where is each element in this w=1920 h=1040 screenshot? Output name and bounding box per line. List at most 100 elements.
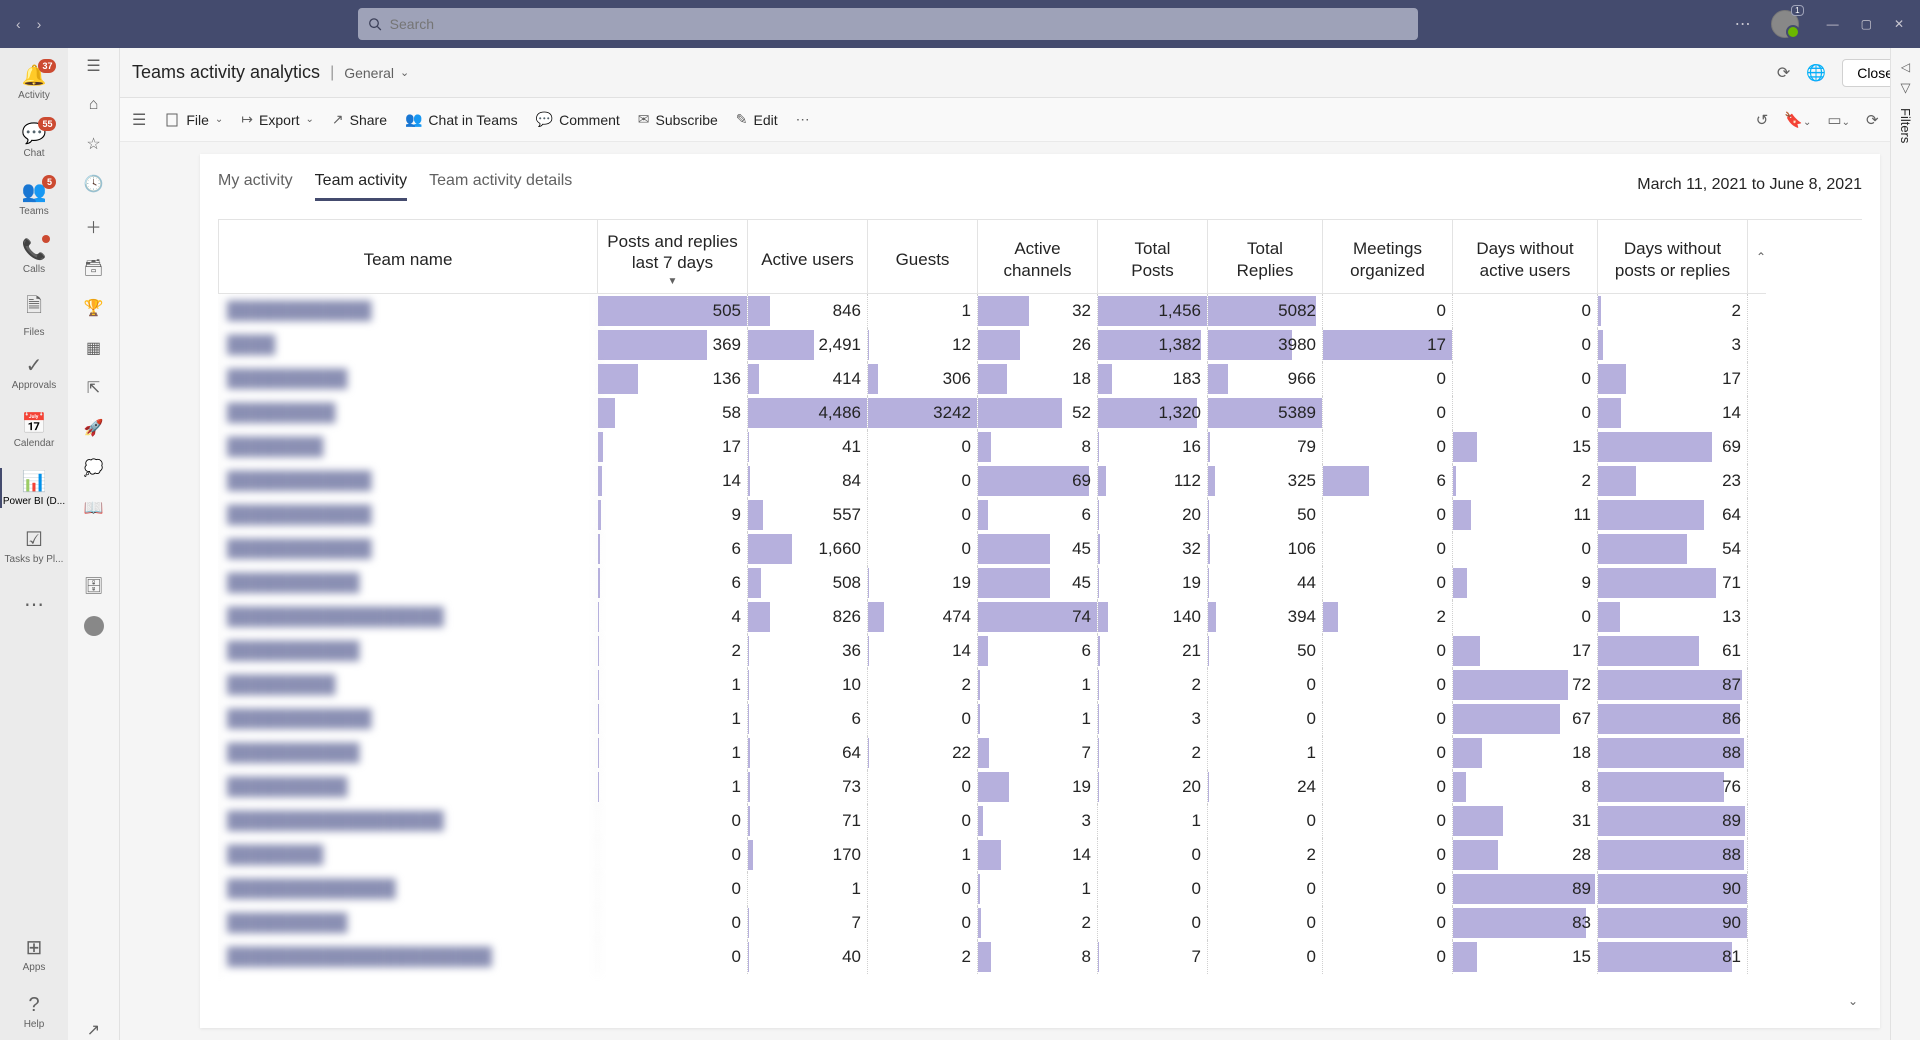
rail-calls[interactable]: 📞Calls [0, 228, 68, 284]
export-menu[interactable]: ↦Export⌄ [241, 111, 314, 128]
share-icon[interactable]: ⇱ [87, 378, 100, 398]
column-header[interactable]: Active users [748, 220, 868, 294]
more-icon[interactable]: ⋯ [1735, 14, 1751, 34]
table-row[interactable]: ██████████████01010008990 [218, 872, 1862, 906]
globe-icon[interactable]: 🌐 [1806, 63, 1826, 83]
clock-icon[interactable]: 🕓 [84, 174, 104, 194]
table-body[interactable]: ████████████5058461321,4565082002████369… [218, 294, 1862, 1018]
table-row[interactable]: █████████584,4863242521,32053890014 [218, 396, 1862, 430]
table-row[interactable]: ██████████████████071031003189 [218, 804, 1862, 838]
column-header[interactable]: Meetingsorganized [1323, 220, 1453, 294]
table-row[interactable]: ███████████6508194519440971 [218, 566, 1862, 600]
report-canvas: My activity Team activity Team activity … [200, 154, 1880, 1028]
table-row[interactable]: ███████████236146215001761 [218, 634, 1862, 668]
filters-pane-collapsed[interactable]: ◁ ▽ Filters [1890, 48, 1920, 1040]
table-cell: 0 [868, 804, 978, 838]
rail-tasks[interactable]: ☑Tasks by Pl... [0, 518, 68, 574]
table-row[interactable]: ████████01701140202888 [218, 838, 1862, 872]
chat-bubble-icon[interactable]: 💭 [84, 458, 104, 478]
rail-calendar[interactable]: 📅Calendar [0, 402, 68, 458]
refresh-icon[interactable]: ⟳ [1777, 63, 1790, 83]
table-cell: ███████████ [218, 736, 598, 770]
table-row[interactable]: ███████████1642272101888 [218, 736, 1862, 770]
table-row[interactable]: ████████████16013006786 [218, 702, 1862, 736]
scroll-up-icon[interactable]: ⌃ [1748, 220, 1766, 294]
tab-my-activity[interactable]: My activity [218, 168, 293, 201]
column-header[interactable]: Days withoutposts or replies [1598, 220, 1748, 294]
package-icon[interactable]: 🗃 [83, 258, 103, 278]
close-window-button[interactable]: ✕ [1894, 17, 1904, 31]
file-menu[interactable]: File⌄ [164, 112, 223, 128]
table-row[interactable]: ████████174108167901569 [218, 430, 1862, 464]
trophy-icon[interactable]: 🏆 [84, 298, 104, 318]
column-header[interactable]: Guests [868, 220, 978, 294]
home-icon[interactable]: ⌂ [89, 96, 99, 114]
user-avatar[interactable]: 1 [1771, 10, 1799, 38]
rail-powerbi[interactable]: 📊Power BI (D... [0, 460, 68, 516]
comment-button[interactable]: 💬Comment [536, 111, 620, 128]
pencil-icon: ✎ [736, 111, 748, 128]
approvals-icon: ✓ [26, 353, 43, 378]
tab-team-activity-details[interactable]: Team activity details [429, 168, 572, 201]
table-row[interactable]: ██████████████████4826474741403942013 [218, 600, 1862, 634]
nav-back-button[interactable]: ‹ [16, 16, 21, 32]
column-header[interactable]: Days withoutactive users [1453, 220, 1598, 294]
star-icon[interactable]: ☆ [86, 134, 100, 154]
search-input[interactable] [390, 16, 1408, 32]
hamburger-icon[interactable]: ☰ [86, 56, 100, 76]
table-row[interactable]: █████████110212007287 [218, 668, 1862, 702]
subscribe-button[interactable]: ✉Subscribe [638, 111, 718, 128]
reset-icon[interactable]: ↺ [1756, 111, 1769, 129]
nav-forward-button[interactable]: › [37, 16, 42, 32]
refresh-icon[interactable]: ⟳ [1866, 111, 1879, 129]
plus-icon[interactable]: ＋ [85, 214, 101, 238]
data-icon[interactable]: 🗄 [83, 576, 103, 596]
book-icon[interactable]: 📖 [84, 498, 104, 518]
person-icon[interactable] [84, 616, 104, 636]
rail-teams[interactable]: 👥5Teams [0, 170, 68, 226]
maximize-button[interactable]: ▢ [1861, 17, 1872, 31]
app-icon[interactable]: ▦ [86, 338, 101, 358]
column-header[interactable]: Posts and replieslast 7 days▼ [598, 220, 748, 294]
table-cell: ████████████ [218, 464, 598, 498]
bookmark-dropdown[interactable]: 🔖⌄ [1784, 111, 1811, 129]
view-dropdown[interactable]: ▭⌄ [1827, 111, 1850, 129]
table-row[interactable]: ████████████14840691123256223 [218, 464, 1862, 498]
table-row[interactable]: ██████████17301920240876 [218, 770, 1862, 804]
scroll-down-icon[interactable]: ⌄ [1848, 994, 1858, 1008]
table-row[interactable]: ██████████07020008390 [218, 906, 1862, 940]
channel-dropdown[interactable]: General⌄ [344, 65, 409, 81]
more-options[interactable]: ⋯ [796, 111, 810, 128]
table-row[interactable]: ████████████5058461321,4565082002 [218, 294, 1862, 328]
rail-apps[interactable]: ⊞Apps [0, 926, 68, 982]
collapse-nav-icon[interactable]: ☰ [132, 110, 146, 130]
table-row[interactable]: ████████████61,660045321060054 [218, 532, 1862, 566]
edit-button[interactable]: ✎Edit [736, 111, 778, 128]
table-cell: 14 [598, 464, 748, 498]
rocket-icon[interactable]: 🚀 [84, 418, 104, 438]
report-tabs: My activity Team activity Team activity … [218, 168, 572, 201]
column-header[interactable]: Team name [218, 220, 598, 294]
rail-help[interactable]: ?Help [0, 984, 68, 1040]
expand-filters-icon[interactable]: ◁ [1901, 60, 1910, 74]
minimize-button[interactable]: — [1827, 17, 1839, 31]
column-header[interactable]: TotalPosts [1098, 220, 1208, 294]
table-cell: 14 [868, 634, 978, 668]
chevron-down-icon: ⌄ [215, 114, 223, 125]
table-row[interactable]: ██████████136414306181839660017 [218, 362, 1862, 396]
chat-in-teams-button[interactable]: 👥Chat in Teams [405, 111, 518, 128]
rail-chat[interactable]: 💬55Chat [0, 112, 68, 168]
table-row[interactable]: ██████████████████████040287001581 [218, 940, 1862, 974]
rail-more[interactable]: ⋯ [0, 576, 68, 632]
search-box[interactable] [358, 8, 1418, 40]
table-row[interactable]: ████3692,49112261,38239801703 [218, 328, 1862, 362]
tab-team-activity[interactable]: Team activity [315, 168, 407, 201]
share-button[interactable]: ↗Share [332, 111, 387, 128]
popout-icon[interactable]: ↗ [87, 1020, 100, 1040]
rail-files[interactable]: 🗎Files [0, 286, 68, 342]
column-header[interactable]: TotalReplies [1208, 220, 1323, 294]
rail-activity[interactable]: 🔔37Activity [0, 54, 68, 110]
table-row[interactable]: ████████████955706205001164 [218, 498, 1862, 532]
column-header[interactable]: Activechannels [978, 220, 1098, 294]
rail-approvals[interactable]: ✓Approvals [0, 344, 68, 400]
